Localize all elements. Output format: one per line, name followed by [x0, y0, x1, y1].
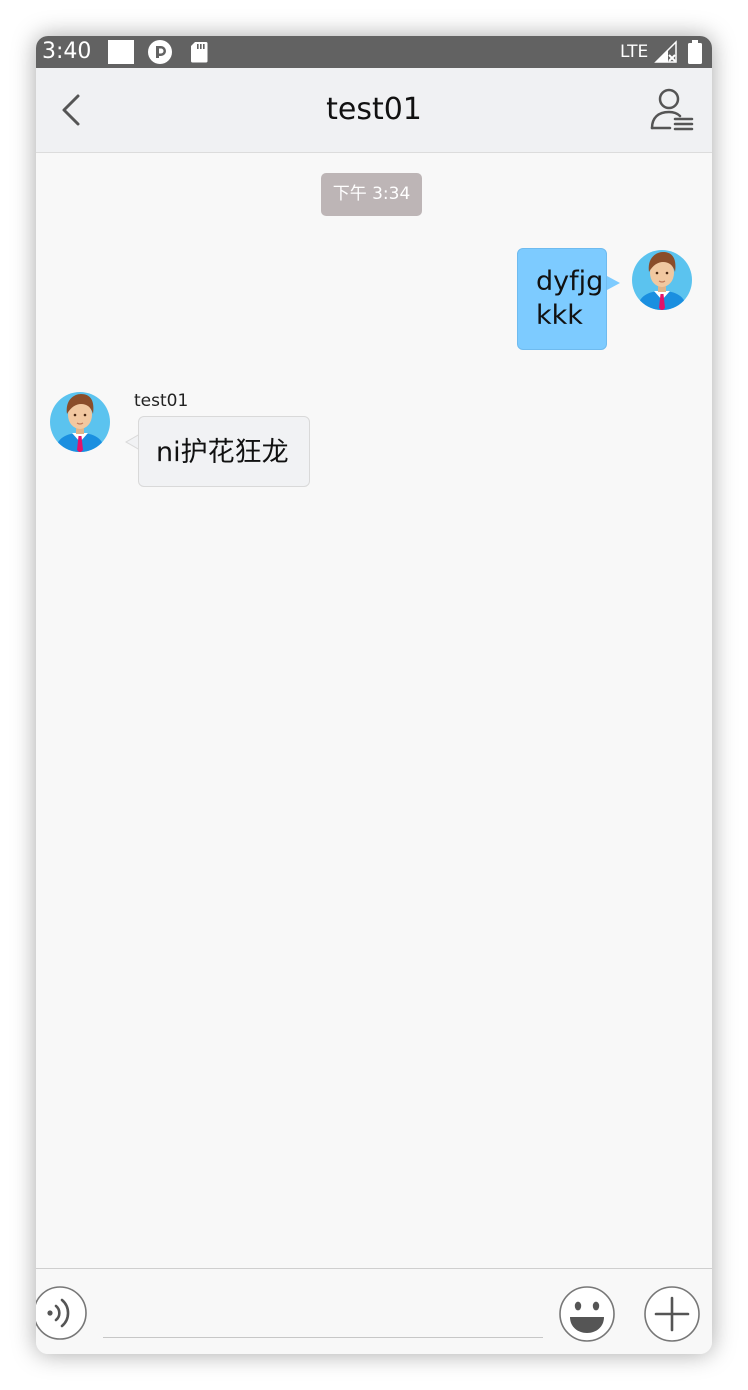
outgoing-message-bubble[interactable]: dyfjg kkk [517, 248, 607, 350]
contact-avatar[interactable] [50, 388, 110, 452]
voice-icon [36, 1286, 87, 1340]
signal-icon [654, 40, 678, 64]
bubble-tail [607, 276, 620, 290]
notification-square-icon [108, 40, 134, 64]
emoji-button[interactable] [558, 1285, 616, 1343]
network-label: LTE [620, 42, 649, 62]
phone-screen: 3:40 LTE test01 下午 3:34 dyfjg kkk test01… [36, 36, 712, 1354]
message-input[interactable] [103, 1293, 543, 1338]
more-button[interactable] [643, 1285, 701, 1343]
app-circle-icon [148, 40, 172, 64]
sender-name: test01 [134, 391, 189, 411]
chat-header: test01 [36, 68, 712, 153]
emoji-icon [559, 1286, 615, 1342]
message-timestamp: 下午 3:34 [321, 173, 422, 216]
input-bar [36, 1268, 712, 1354]
my-avatar[interactable] [632, 246, 692, 310]
status-bar: 3:40 LTE [36, 36, 712, 68]
plus-icon [644, 1286, 700, 1342]
bubble-tail [125, 434, 139, 450]
message-line: dyfjg [536, 266, 604, 297]
sd-card-icon [190, 41, 208, 63]
battery-icon [688, 40, 702, 64]
page-title: test01 [326, 92, 422, 127]
chevron-left-icon [62, 94, 80, 126]
voice-button[interactable] [36, 1285, 88, 1341]
incoming-message-bubble[interactable]: ni护花狂龙 [138, 416, 310, 487]
back-button[interactable] [50, 88, 92, 132]
user-menu-icon [650, 88, 694, 131]
profile-button[interactable] [648, 86, 696, 134]
message-line: kkk [536, 300, 583, 331]
status-time: 3:40 [42, 39, 92, 64]
